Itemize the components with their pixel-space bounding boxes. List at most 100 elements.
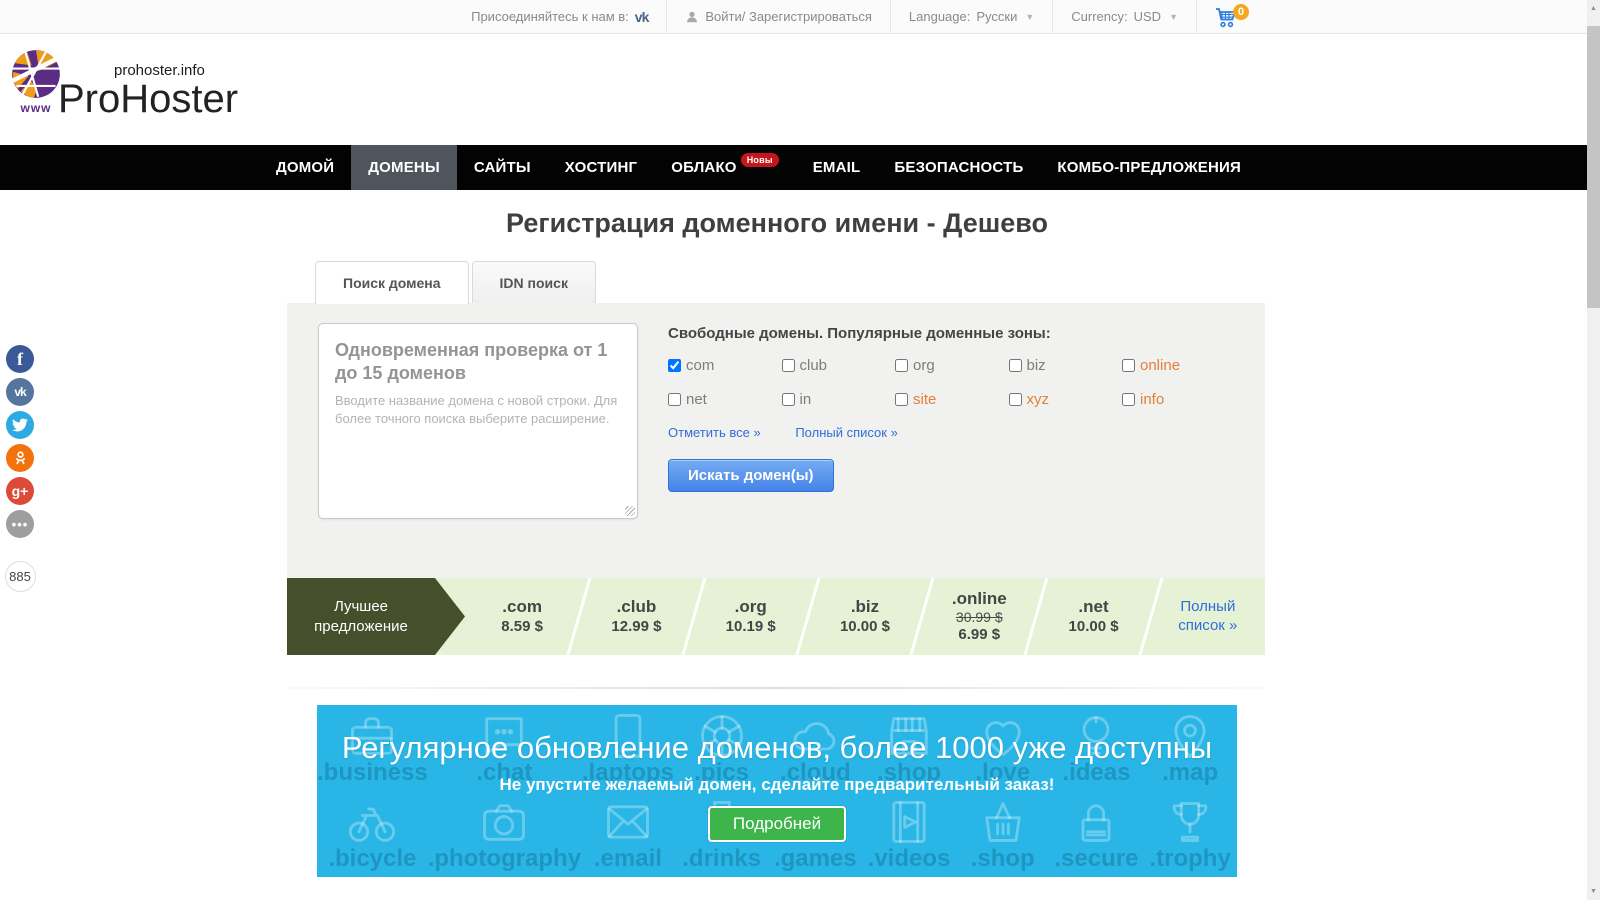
checkbox-net[interactable] [668, 393, 681, 406]
zone-checkbox-club[interactable]: club [782, 357, 896, 374]
vk-icon[interactable]: vk [635, 9, 649, 25]
share-count-badge: 885 [5, 561, 36, 592]
scroll-down-button[interactable]: ▼ [1587, 883, 1600, 900]
ribbon-tld: .biz [851, 597, 879, 617]
select-all-link[interactable]: Отметить все » [668, 425, 761, 440]
new-badge: Новы [741, 153, 779, 167]
zone-label: online [1140, 357, 1180, 374]
search-tabs: Поиск домена IDN поиск [315, 261, 599, 304]
nav-item-сайты[interactable]: САЙТЫ [457, 145, 548, 190]
ribbon-tld: .club [617, 597, 657, 617]
tab-domain-search[interactable]: Поиск домена [315, 261, 469, 304]
zone-label: site [913, 391, 936, 408]
checkbox-xyz[interactable] [1009, 393, 1022, 406]
checkbox-site[interactable] [895, 393, 908, 406]
nav-item-label: ОБЛАКО [671, 159, 736, 176]
google-plus-glyph: g+ [12, 484, 29, 498]
nav-item-безопасность[interactable]: БЕЗОПАСНОСТЬ [877, 145, 1040, 190]
banner-subtitle: Не упустите желаемый домен, сделайте пре… [500, 775, 1055, 795]
google-plus-icon[interactable]: g+ [6, 477, 34, 505]
user-icon [685, 10, 699, 24]
ribbon-tld-cell: .biz10.00 $ [808, 578, 922, 655]
zones-title: Свободные домены. Популярные доменные зо… [668, 325, 1236, 342]
ribbon-tld-cell: .org10.19 $ [694, 578, 808, 655]
nav-item-label: ДОМЕНЫ [368, 159, 440, 176]
zone-label: biz [1027, 357, 1046, 374]
zone-label: info [1140, 391, 1164, 408]
join-us-label: Присоединяйтесь к нам в: [471, 9, 629, 24]
currency-select[interactable]: Currency: USD ▼ [1052, 0, 1196, 33]
zone-checkbox-org[interactable]: org [895, 357, 1009, 374]
ribbon-price: 10.19 $ [726, 618, 776, 636]
globe-logo-icon [10, 48, 62, 100]
logo-www-text: www [8, 101, 64, 115]
checkbox-org[interactable] [895, 359, 908, 372]
ribbon-old-price: 30.99 $ [956, 609, 1003, 626]
page-title: Регистрация доменного имени - Дешево [287, 208, 1267, 239]
language-value: Русски [976, 9, 1017, 24]
ribbon-tld-cell: .club12.99 $ [579, 578, 693, 655]
topbar: Присоединяйтесь к нам в: vk Войти/ Зарег… [0, 0, 1587, 34]
zone-checkbox-xyz[interactable]: xyz [1009, 391, 1123, 408]
nav-item-label: БЕЗОПАСНОСТЬ [894, 159, 1023, 176]
ribbon-price: 6.99 $ [958, 626, 1000, 644]
details-button[interactable]: Подробней [708, 806, 846, 842]
zone-checkbox-info[interactable]: info [1122, 391, 1236, 408]
zone-label: net [686, 391, 707, 408]
currency-label: Currency: [1071, 9, 1127, 24]
zone-checkbox-com[interactable]: com [668, 357, 782, 374]
checkbox-club[interactable] [782, 359, 795, 372]
facebook-icon[interactable]: f [6, 345, 34, 373]
page-scrollbar[interactable]: ▲ ▼ [1587, 0, 1600, 900]
nav-item-домены[interactable]: ДОМЕНЫ [351, 145, 457, 190]
nav-item-хостинг[interactable]: ХОСТИНГ [548, 145, 654, 190]
zone-label: in [800, 391, 812, 408]
language-select[interactable]: Language: Русски ▼ [890, 0, 1052, 33]
full-list-link[interactable]: Полный список » [795, 425, 897, 440]
ribbon-tld: .org [735, 597, 767, 617]
zone-checkbox-biz[interactable]: biz [1009, 357, 1123, 374]
site-logo[interactable]: www prohoster.info ProHoster [8, 48, 238, 119]
ribbon-price: 10.00 $ [840, 618, 890, 636]
scroll-up-button[interactable]: ▲ [1587, 0, 1600, 17]
search-domains-button[interactable]: Искать домен(ы) [668, 459, 834, 492]
ribbon-full-list-link[interactable]: Полный список » [1168, 598, 1248, 636]
zone-label: club [800, 357, 828, 374]
scrollbar-thumb[interactable] [1587, 26, 1600, 308]
nav-item-email[interactable]: EMAIL [796, 145, 878, 190]
more-icon[interactable]: ••• [6, 510, 34, 538]
more-glyph: ••• [12, 518, 29, 531]
cart-button[interactable]: 0 [1196, 0, 1255, 33]
zone-checkbox-net[interactable]: net [668, 391, 782, 408]
odnoklassniki-icon[interactable] [6, 444, 34, 472]
login-link[interactable]: Войти/ Зарегистрироваться [666, 0, 890, 33]
zone-checkbox-in[interactable]: in [782, 391, 896, 408]
domain-search-textarea[interactable] [318, 323, 638, 519]
zone-checkbox-online[interactable]: online [1122, 357, 1236, 374]
tab-idn-search[interactable]: IDN поиск [472, 261, 596, 303]
zone-label: org [913, 357, 935, 374]
chevron-down-icon: ▼ [1025, 12, 1034, 22]
zones-grid: com club org biz online net in site xyz info [668, 357, 1236, 408]
checkbox-online[interactable] [1122, 359, 1135, 372]
checkbox-in[interactable] [782, 393, 795, 406]
nav-item-облако[interactable]: ОБЛАКО Новы [654, 145, 796, 190]
nav-item-комбо-предложения[interactable]: КОМБО-ПРЕДЛОЖЕНИЯ [1040, 145, 1258, 190]
nav-item-label: ДОМОЙ [276, 159, 334, 176]
ribbon-price: 8.59 $ [501, 618, 543, 636]
checkbox-biz[interactable] [1009, 359, 1022, 372]
ribbon-tld: .com [502, 597, 542, 617]
chevron-down-icon: ▼ [1169, 12, 1178, 22]
main-nav: ДОМОЙ ДОМЕНЫ САЙТЫХОСТИНГ ОБЛАКО Новы EMAIL БЕ… [0, 145, 1587, 190]
price-ribbon: Лучшее предложение .com8.59 $.club12.99 … [287, 578, 1265, 655]
zone-label: xyz [1027, 391, 1050, 408]
cart-count-badge: 0 [1233, 4, 1249, 20]
vk-glyph: vk [14, 386, 25, 398]
vk-icon[interactable]: vk [6, 378, 34, 406]
nav-item-домой[interactable]: ДОМОЙ [259, 145, 351, 190]
zone-checkbox-site[interactable]: site [895, 391, 1009, 408]
checkbox-com[interactable] [668, 359, 681, 372]
currency-value: USD [1134, 9, 1161, 24]
twitter-icon[interactable] [6, 411, 34, 439]
checkbox-info[interactable] [1122, 393, 1135, 406]
